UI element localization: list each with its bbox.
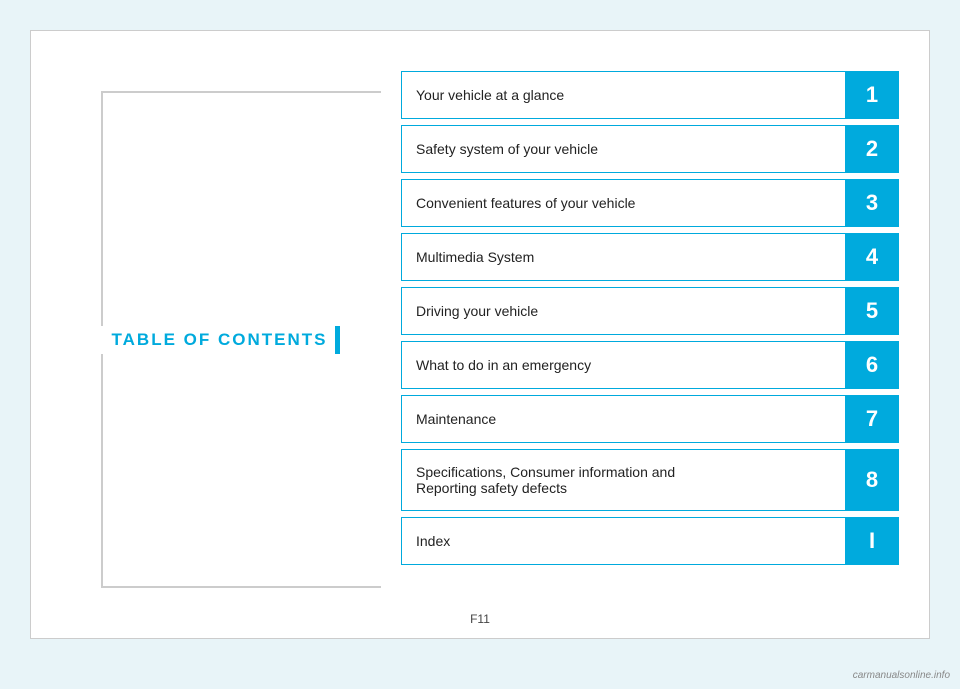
toc-item-8[interactable]: Specifications, Consumer information and…	[401, 449, 899, 511]
toc-item-5[interactable]: Driving your vehicle 5	[401, 287, 899, 335]
page-container: TABLE OF CONTENTS Your vehicle at a glan…	[30, 30, 930, 639]
toc-item-8-label: Specifications, Consumer information and…	[402, 450, 846, 510]
toc-item-8-number: 8	[846, 450, 898, 510]
toc-item-6[interactable]: What to do in an emergency 6	[401, 341, 899, 389]
main-content: TABLE OF CONTENTS Your vehicle at a glan…	[31, 31, 929, 638]
toc-item-5-number: 5	[846, 288, 898, 334]
toc-item-1-number: 1	[846, 72, 898, 118]
toc-item-2[interactable]: Safety system of your vehicle 2	[401, 125, 899, 173]
toc-item-3[interactable]: Convenient features of your vehicle 3	[401, 179, 899, 227]
page-number: F11	[31, 612, 929, 626]
toc-item-5-label: Driving your vehicle	[402, 288, 846, 334]
left-panel: TABLE OF CONTENTS	[61, 71, 381, 608]
toc-item-7-number: 7	[846, 396, 898, 442]
toc-item-index-label: Index	[402, 518, 846, 564]
toc-item-6-number: 6	[846, 342, 898, 388]
toc-item-8-label-line2: Reporting safety defects	[416, 480, 567, 496]
toc-title-container: TABLE OF CONTENTS	[92, 326, 351, 354]
toc-item-6-label: What to do in an emergency	[402, 342, 846, 388]
toc-item-3-label: Convenient features of your vehicle	[402, 180, 846, 226]
toc-item-4-label: Multimedia System	[402, 234, 846, 280]
toc-list: Your vehicle at a glance 1 Safety system…	[381, 71, 899, 608]
toc-item-1[interactable]: Your vehicle at a glance 1	[401, 71, 899, 119]
toc-item-1-label: Your vehicle at a glance	[402, 72, 846, 118]
toc-item-8-label-line1: Specifications, Consumer information and	[416, 464, 675, 480]
toc-item-2-number: 2	[846, 126, 898, 172]
toc-item-2-label: Safety system of your vehicle	[402, 126, 846, 172]
toc-bar-icon	[335, 326, 340, 354]
toc-item-3-number: 3	[846, 180, 898, 226]
toc-title-text: TABLE OF CONTENTS	[112, 330, 328, 350]
toc-item-4-number: 4	[846, 234, 898, 280]
toc-item-4[interactable]: Multimedia System 4	[401, 233, 899, 281]
toc-item-7-label: Maintenance	[402, 396, 846, 442]
toc-item-7[interactable]: Maintenance 7	[401, 395, 899, 443]
toc-item-index[interactable]: Index I	[401, 517, 899, 565]
watermark: carmanualsonline.info	[853, 670, 950, 681]
toc-item-index-number: I	[846, 518, 898, 564]
